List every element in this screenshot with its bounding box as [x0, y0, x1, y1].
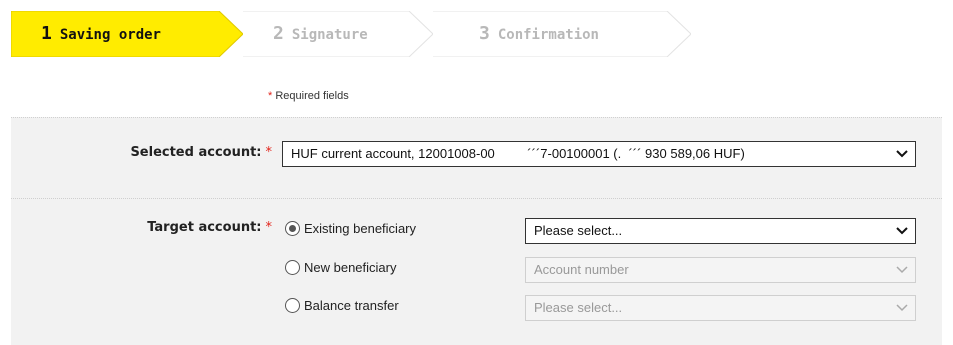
- beneficiary-select[interactable]: Please select...: [525, 218, 916, 244]
- radio-label: New beneficiary: [304, 259, 397, 275]
- step-label: 3 Confirmation: [479, 11, 599, 57]
- step-label: 1 Saving order: [41, 11, 161, 57]
- selected-account-value: HUF current account, 12001008-00 ´´´7-00…: [291, 146, 745, 161]
- step-number: 3: [479, 23, 490, 44]
- step-number: 1: [41, 23, 52, 44]
- step-label: 2 Signature: [273, 11, 368, 57]
- step-saving-order: 1 Saving order: [11, 11, 243, 57]
- chevron-down-icon: [896, 266, 908, 274]
- balance-transfer-select[interactable]: Please select...: [525, 295, 916, 321]
- beneficiary-select-value: Please select...: [534, 223, 623, 238]
- radio-label: Existing beneficiary: [304, 220, 416, 236]
- required-fields-note: * Required fields: [268, 90, 349, 102]
- required-asterisk: *: [265, 220, 273, 235]
- selected-account-select[interactable]: HUF current account, 12001008-00 ´´´7-00…: [282, 141, 916, 167]
- account-number-select-value: Account number: [534, 262, 629, 277]
- transfer-form: Selected account: * HUF current account, …: [11, 117, 942, 345]
- step-title: Confirmation: [497, 27, 599, 43]
- step-title: Signature: [291, 27, 368, 43]
- required-fields-text: Required fields: [275, 90, 349, 102]
- required-asterisk: *: [265, 145, 273, 160]
- target-account-label-text: Target account:: [147, 220, 262, 235]
- radio-label: Balance transfer: [304, 297, 399, 313]
- chevron-down-icon: [896, 227, 908, 235]
- balance-transfer-select-value: Please select...: [534, 300, 623, 315]
- radio-button[interactable]: [285, 220, 300, 236]
- selected-account-label-text: Selected account:: [130, 145, 262, 160]
- radio-new-beneficiary[interactable]: New beneficiary: [285, 257, 397, 277]
- chevron-down-icon: [896, 150, 908, 158]
- step-confirmation: 3 Confirmation: [433, 11, 691, 57]
- step-title: Saving order: [59, 27, 161, 43]
- chevron-down-icon: [896, 304, 908, 312]
- step-number: 2: [273, 23, 284, 44]
- radio-button[interactable]: [285, 297, 300, 313]
- radio-button[interactable]: [285, 259, 300, 275]
- selected-account-label: Selected account: *: [130, 145, 272, 160]
- progress-steps: 1 Saving order 2 Signature 3 Confirmation: [11, 11, 691, 57]
- section-divider: [11, 198, 942, 199]
- step-signature: 2 Signature: [243, 11, 433, 57]
- target-account-label: Target account: *: [147, 220, 272, 235]
- radio-balance-transfer[interactable]: Balance transfer: [285, 295, 399, 315]
- radio-existing-beneficiary[interactable]: Existing beneficiary: [285, 218, 416, 238]
- account-number-select[interactable]: Account number: [525, 257, 916, 283]
- required-asterisk: *: [268, 90, 273, 102]
